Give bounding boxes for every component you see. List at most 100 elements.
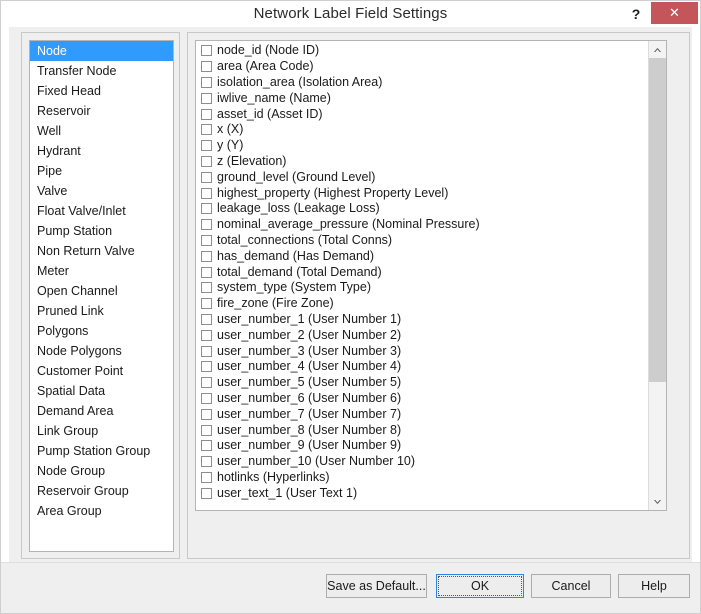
list-item[interactable]: Node Polygons (30, 341, 173, 361)
field-checkbox-row[interactable]: user_number_7 (User Number 7) (201, 406, 648, 422)
cancel-button[interactable]: Cancel (531, 574, 611, 598)
checkbox-icon[interactable] (201, 250, 212, 262)
dialog-footer: Save as Default... OK Cancel Help (1, 562, 700, 613)
checkbox-icon[interactable] (201, 171, 212, 183)
field-checkbox-row[interactable]: user_number_8 (User Number 8) (201, 422, 648, 438)
field-checkbox-row[interactable]: user_number_9 (User Number 9) (201, 438, 648, 454)
field-checkbox-row[interactable]: fire_zone (Fire Zone) (201, 296, 648, 312)
scrollbar-track[interactable] (649, 58, 666, 493)
scrollbar-thumb[interactable] (649, 58, 666, 383)
object-type-listbox[interactable]: Node Transfer Node Fixed Head Reservoir Well… (29, 40, 174, 552)
checkbox-icon[interactable] (201, 487, 212, 499)
checkbox-icon[interactable] (201, 219, 212, 231)
checkbox-icon[interactable] (201, 124, 212, 136)
field-checkbox-row[interactable]: total_connections (Total Conns) (201, 233, 648, 249)
help-button[interactable]: Help (618, 574, 690, 598)
field-checkbox-row[interactable]: user_number_1 (User Number 1) (201, 312, 648, 328)
field-checkbox-label: system_type (System Type) (217, 280, 371, 295)
list-item[interactable]: Pipe (30, 161, 173, 181)
checkbox-icon[interactable] (201, 408, 212, 420)
checkbox-icon[interactable] (201, 440, 212, 452)
ok-button[interactable]: OK (436, 574, 524, 598)
list-item[interactable]: Demand Area (30, 401, 173, 421)
list-item[interactable]: Pump Station Group (30, 441, 173, 461)
field-checkbox-row[interactable]: x (X) (201, 122, 648, 138)
list-item[interactable]: Transfer Node (30, 61, 173, 81)
checkbox-icon[interactable] (201, 471, 212, 483)
checkbox-icon[interactable] (201, 92, 212, 104)
list-item-label: Fixed Head (37, 84, 101, 98)
field-list-scrollbar[interactable] (648, 41, 666, 510)
field-checkbox-row[interactable]: total_demand (Total Demand) (201, 264, 648, 280)
checkbox-icon[interactable] (201, 266, 212, 278)
field-checkbox-row[interactable]: highest_property (Highest Property Level… (201, 185, 648, 201)
list-item[interactable]: Polygons (30, 321, 173, 341)
checkbox-icon[interactable] (201, 45, 212, 57)
checkbox-icon[interactable] (201, 392, 212, 404)
checkbox-icon[interactable] (201, 424, 212, 436)
list-item[interactable]: Reservoir Group (30, 481, 173, 501)
list-item[interactable]: Node (30, 41, 173, 61)
checkbox-icon[interactable] (201, 361, 212, 373)
field-checkbox-row[interactable]: hotlinks (Hyperlinks) (201, 470, 648, 486)
field-checkbox-row[interactable]: y (Y) (201, 138, 648, 154)
list-item-label: Demand Area (37, 404, 114, 418)
checkbox-icon[interactable] (201, 282, 212, 294)
list-item-label: Non Return Valve (37, 244, 135, 258)
field-checkbox-row[interactable]: node_id (Node ID) (201, 43, 648, 59)
list-item[interactable]: Pump Station (30, 221, 173, 241)
chevron-down-icon[interactable] (649, 493, 666, 510)
field-checkbox-row[interactable]: isolation_area (Isolation Area) (201, 75, 648, 91)
field-checkbox-row[interactable]: ground_level (Ground Level) (201, 169, 648, 185)
list-item[interactable]: Pruned Link (30, 301, 173, 321)
close-icon[interactable]: ✕ (651, 2, 698, 24)
question-mark-icon[interactable]: ? (621, 1, 651, 27)
list-item[interactable]: Meter (30, 261, 173, 281)
field-checkbox-row[interactable]: user_number_10 (User Number 10) (201, 454, 648, 470)
field-checkbox-row[interactable]: asset_id (Asset ID) (201, 106, 648, 122)
list-item[interactable]: Valve (30, 181, 173, 201)
checkbox-icon[interactable] (201, 298, 212, 310)
checkbox-icon[interactable] (201, 329, 212, 341)
checkbox-icon[interactable] (201, 345, 212, 357)
list-item[interactable]: Well (30, 121, 173, 141)
checkbox-icon[interactable] (201, 61, 212, 73)
list-item[interactable]: Fixed Head (30, 81, 173, 101)
checkbox-icon[interactable] (201, 108, 212, 120)
field-checkbox-row[interactable]: iwlive_name (Name) (201, 90, 648, 106)
field-checkbox-row[interactable]: has_demand (Has Demand) (201, 248, 648, 264)
checkbox-icon[interactable] (201, 456, 212, 468)
field-checkbox-row[interactable]: user_number_2 (User Number 2) (201, 327, 648, 343)
checkbox-icon[interactable] (201, 234, 212, 246)
list-item[interactable]: Link Group (30, 421, 173, 441)
save-as-default-button[interactable]: Save as Default... (326, 574, 427, 598)
field-checkbox-row[interactable]: z (Elevation) (201, 154, 648, 170)
list-item[interactable]: Hydrant (30, 141, 173, 161)
checkbox-icon[interactable] (201, 313, 212, 325)
field-checkbox-row[interactable]: user_number_6 (User Number 6) (201, 391, 648, 407)
chevron-up-icon[interactable] (649, 41, 666, 58)
field-checklist-listbox[interactable]: node_id (Node ID) area (Area Code) isolati… (195, 40, 667, 511)
field-checkbox-row[interactable]: system_type (System Type) (201, 280, 648, 296)
checkbox-icon[interactable] (201, 76, 212, 88)
list-item[interactable]: Node Group (30, 461, 173, 481)
field-checkbox-row[interactable]: user_number_3 (User Number 3) (201, 343, 648, 359)
checkbox-icon[interactable] (201, 187, 212, 199)
list-item[interactable]: Non Return Valve (30, 241, 173, 261)
list-item[interactable]: Area Group (30, 501, 173, 521)
checkbox-icon[interactable] (201, 203, 212, 215)
list-item[interactable]: Customer Point (30, 361, 173, 381)
field-checkbox-row[interactable]: user_number_4 (User Number 4) (201, 359, 648, 375)
list-item[interactable]: Spatial Data (30, 381, 173, 401)
checkbox-icon[interactable] (201, 155, 212, 167)
field-checkbox-row[interactable]: user_text_1 (User Text 1) (201, 485, 648, 501)
checkbox-icon[interactable] (201, 377, 212, 389)
field-checkbox-row[interactable]: area (Area Code) (201, 59, 648, 75)
list-item[interactable]: Float Valve/Inlet (30, 201, 173, 221)
field-checkbox-row[interactable]: user_number_5 (User Number 5) (201, 375, 648, 391)
field-checkbox-row[interactable]: nominal_average_pressure (Nominal Pressu… (201, 217, 648, 233)
list-item[interactable]: Open Channel (30, 281, 173, 301)
checkbox-icon[interactable] (201, 140, 212, 152)
field-checkbox-row[interactable]: leakage_loss (Leakage Loss) (201, 201, 648, 217)
list-item[interactable]: Reservoir (30, 101, 173, 121)
